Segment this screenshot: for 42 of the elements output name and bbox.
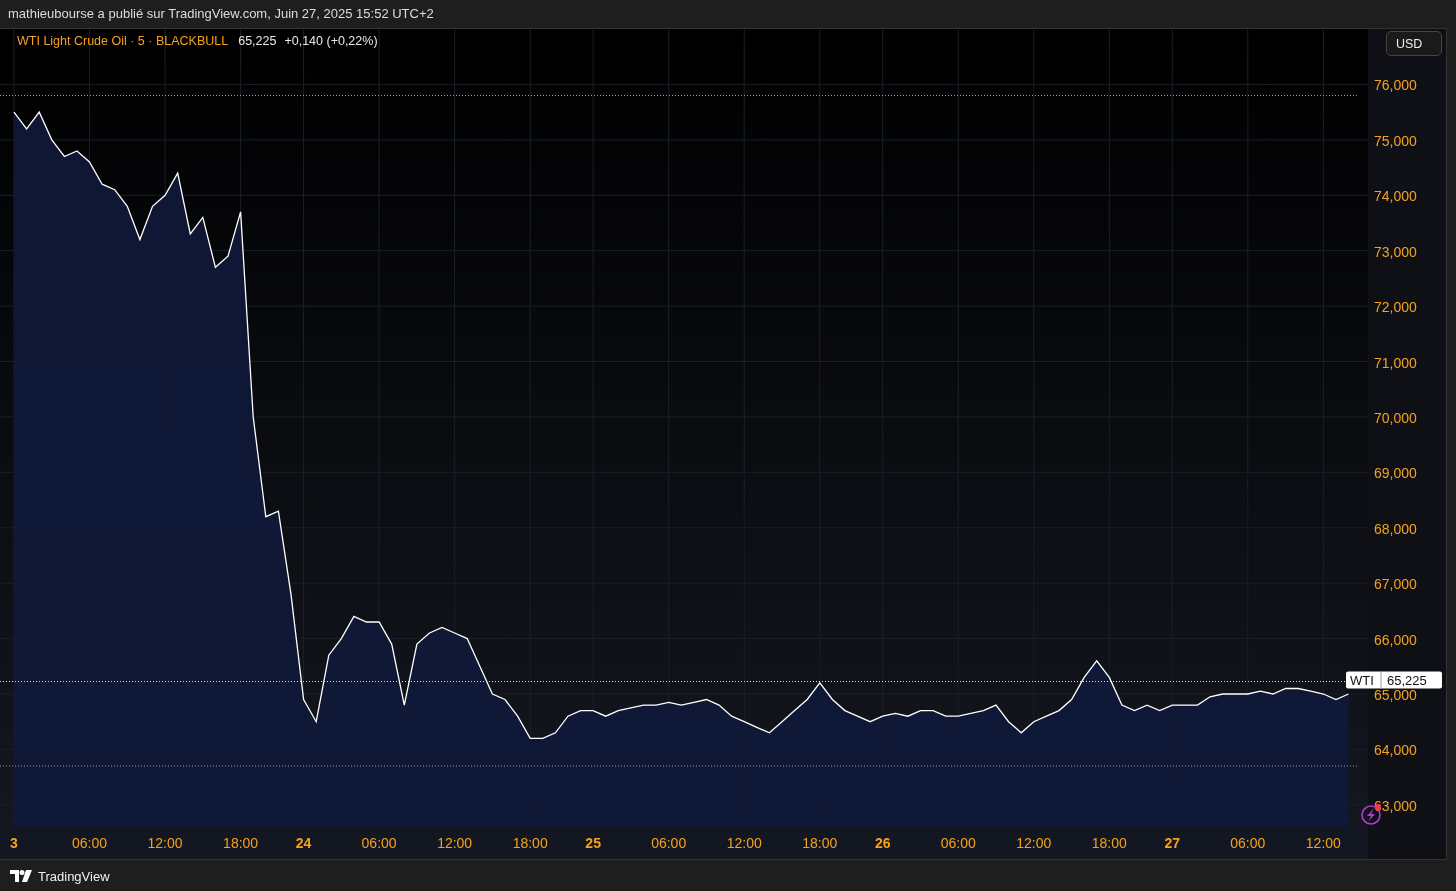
y-axis-label: 64,000 [1374, 742, 1417, 759]
tag-symbol: WTI [1350, 672, 1374, 688]
x-axis-label: 12:00 [726, 835, 762, 851]
last-price: 65,225 [238, 34, 277, 48]
x-axis-label: 06:00 [651, 835, 687, 851]
y-axis-label: 70,000 [1374, 409, 1417, 426]
y-axis-label: 67,000 [1374, 576, 1417, 593]
x-axis-label: 24 [295, 835, 312, 851]
x-axis-label: 12:00 [1016, 835, 1052, 851]
y-axis-label: 72,000 [1374, 299, 1417, 316]
x-axis-label: 3 [10, 835, 18, 851]
x-axis-label: 25 [585, 835, 601, 851]
y-axis-label: 71,000 [1374, 354, 1417, 371]
publication-caption: mathieubourse a publié sur TradingView.com, Juin 27, 2025 15:52 UTC+2 [7, 5, 435, 23]
x-axis-label: 26 [874, 835, 891, 851]
y-axis-label: 69,000 [1374, 465, 1417, 482]
y-axis-label: 65,000 [1374, 687, 1417, 703]
x-axis-label: 12:00 [437, 835, 473, 851]
x-axis-label: 06:00 [940, 835, 976, 851]
x-axis-label: 18:00 [512, 835, 548, 851]
x-axis-label: 12:00 [1305, 835, 1341, 851]
x-axis-label: 06:00 [361, 835, 397, 851]
y-axis-label: 73,000 [1374, 243, 1417, 260]
symbol-title: WTI Light Crude Oil · 5 · BLACKBULL [17, 34, 229, 48]
x-axis-label: 18:00 [802, 835, 838, 851]
currency-button[interactable]: USD [1386, 31, 1442, 56]
x-axis-label: 12:00 [147, 835, 183, 851]
x-axis-label: 18:00 [223, 835, 259, 851]
y-axis-label: 74,000 [1374, 188, 1417, 205]
y-axis-label: 75,000 [1374, 132, 1417, 149]
brand-name: TradingView [38, 868, 110, 884]
x-axis-label: 06:00 [72, 835, 108, 851]
tag-price: 65,225 [1387, 672, 1427, 688]
x-axis-label: 06:00 [1230, 835, 1266, 851]
y-axis-label: 76,000 [1374, 77, 1417, 94]
y-axis-label: 68,000 [1374, 520, 1417, 537]
x-axis-label: 18:00 [1091, 835, 1127, 851]
y-axis-label: 63,000 [1374, 797, 1417, 814]
y-axis-label: 66,000 [1374, 631, 1417, 648]
x-axis-label: 27 [1164, 835, 1181, 851]
price-change: +0,140 (+0,22%) [284, 34, 378, 48]
tradingview-logo-icon [10, 870, 32, 882]
